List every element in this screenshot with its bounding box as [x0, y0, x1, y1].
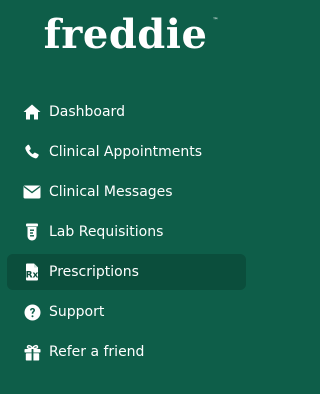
sidebar-item-dashboard[interactable]: Dashboard: [7, 94, 246, 130]
sidebar-item-refer-a-friend[interactable]: Refer a friend: [7, 334, 246, 370]
sidebar-item-clinical-messages[interactable]: Clinical Messages: [7, 174, 246, 210]
sidebar-nav: Dashboard Clinical Appointments Clinical…: [7, 94, 246, 374]
sidebar-item-label: Lab Requisitions: [49, 224, 164, 240]
sidebar-item-label: Prescriptions: [49, 264, 139, 280]
question-circle-icon: [22, 302, 42, 322]
sidebar-item-label: Dashboard: [49, 104, 125, 120]
freddie-logo[interactable]: freddie ™: [43, 11, 219, 58]
logo-text: freddie: [43, 11, 208, 58]
sidebar-item-label: Clinical Appointments: [49, 144, 203, 160]
sidebar-item-label: Clinical Messages: [49, 184, 173, 200]
sidebar: freddie ™ Dashboard Clinical Appointments: [0, 0, 251, 394]
gift-icon: [22, 342, 42, 362]
sidebar-item-label: Refer a friend: [49, 344, 145, 360]
phone-icon: [22, 142, 42, 162]
envelope-icon: [22, 182, 42, 202]
sidebar-item-lab-requisitions[interactable]: Lab Requisitions: [7, 214, 246, 250]
svg-text:Rx: Rx: [26, 271, 39, 281]
sidebar-item-support[interactable]: Support: [7, 294, 246, 330]
trademark-symbol: ™: [212, 17, 219, 24]
sidebar-item-prescriptions[interactable]: Rx Prescriptions: [7, 254, 246, 290]
logo-container: freddie ™: [0, 12, 251, 60]
prescription-icon: Rx: [22, 262, 42, 282]
test-tube-icon: [22, 222, 42, 242]
sidebar-item-label: Support: [49, 304, 105, 320]
sidebar-item-clinical-appointments[interactable]: Clinical Appointments: [7, 134, 246, 170]
home-icon: [22, 102, 42, 122]
